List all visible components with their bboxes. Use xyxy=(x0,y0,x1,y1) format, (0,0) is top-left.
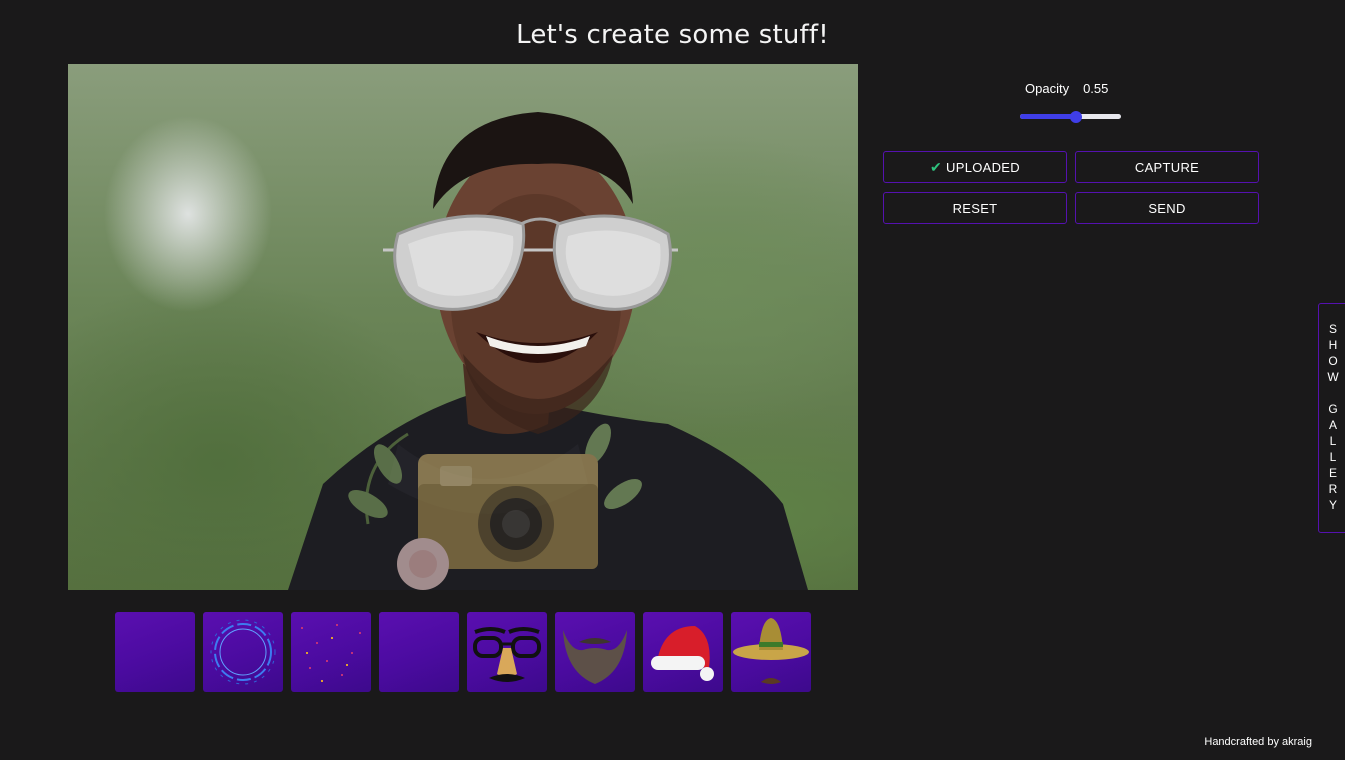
sticker-blank[interactable] xyxy=(379,612,459,692)
checkmark-icon: ✔ xyxy=(930,159,943,175)
reset-button[interactable]: RESET xyxy=(883,192,1067,224)
capture-button[interactable]: CAPTURE xyxy=(1075,151,1259,183)
groucho-glasses-icon xyxy=(473,627,541,682)
send-button[interactable]: SEND xyxy=(1075,192,1259,224)
sticker-groucho-glasses[interactable] xyxy=(467,612,547,692)
sticker-circle-frame[interactable] xyxy=(203,612,283,692)
sticker-sombrero[interactable] xyxy=(731,612,811,692)
slider-thumb[interactable] xyxy=(1070,111,1082,123)
show-gallery-label: SHOW GALLERY xyxy=(1326,322,1340,514)
sticker-blank[interactable] xyxy=(115,612,195,692)
uploaded-label: UPLOADED xyxy=(946,159,1020,175)
slider-fill xyxy=(1020,114,1076,119)
photo-canvas[interactable] xyxy=(68,64,858,590)
beard-icon xyxy=(563,630,627,684)
capture-label: CAPTURE xyxy=(1134,159,1200,175)
send-label: SEND xyxy=(1148,200,1186,216)
uploaded-button[interactable]: ✔ UPLOADED xyxy=(883,151,1067,183)
photo-scene xyxy=(288,112,808,590)
show-gallery-toggle[interactable]: SHOW GALLERY xyxy=(1318,303,1345,533)
sombrero-icon xyxy=(733,618,809,684)
circle-frame-icon xyxy=(210,619,276,685)
reset-label: RESET xyxy=(952,200,998,216)
sticker-confetti[interactable] xyxy=(291,612,371,692)
opacity-slider[interactable] xyxy=(1020,111,1121,123)
page-title: Let's create some stuff! xyxy=(516,20,829,50)
opacity-label: Opacity xyxy=(1025,81,1070,96)
footer-credit: Handcrafted by akraig xyxy=(1204,736,1312,748)
sticker-tray xyxy=(115,612,811,692)
opacity-value: 0.55 xyxy=(1083,81,1109,96)
santa-hat-icon xyxy=(651,626,714,681)
sticker-santa-hat[interactable] xyxy=(643,612,723,692)
opacity-control: Opacity 0.55 xyxy=(1025,81,1108,96)
confetti-icon xyxy=(301,624,361,682)
sticker-beard[interactable] xyxy=(555,612,635,692)
